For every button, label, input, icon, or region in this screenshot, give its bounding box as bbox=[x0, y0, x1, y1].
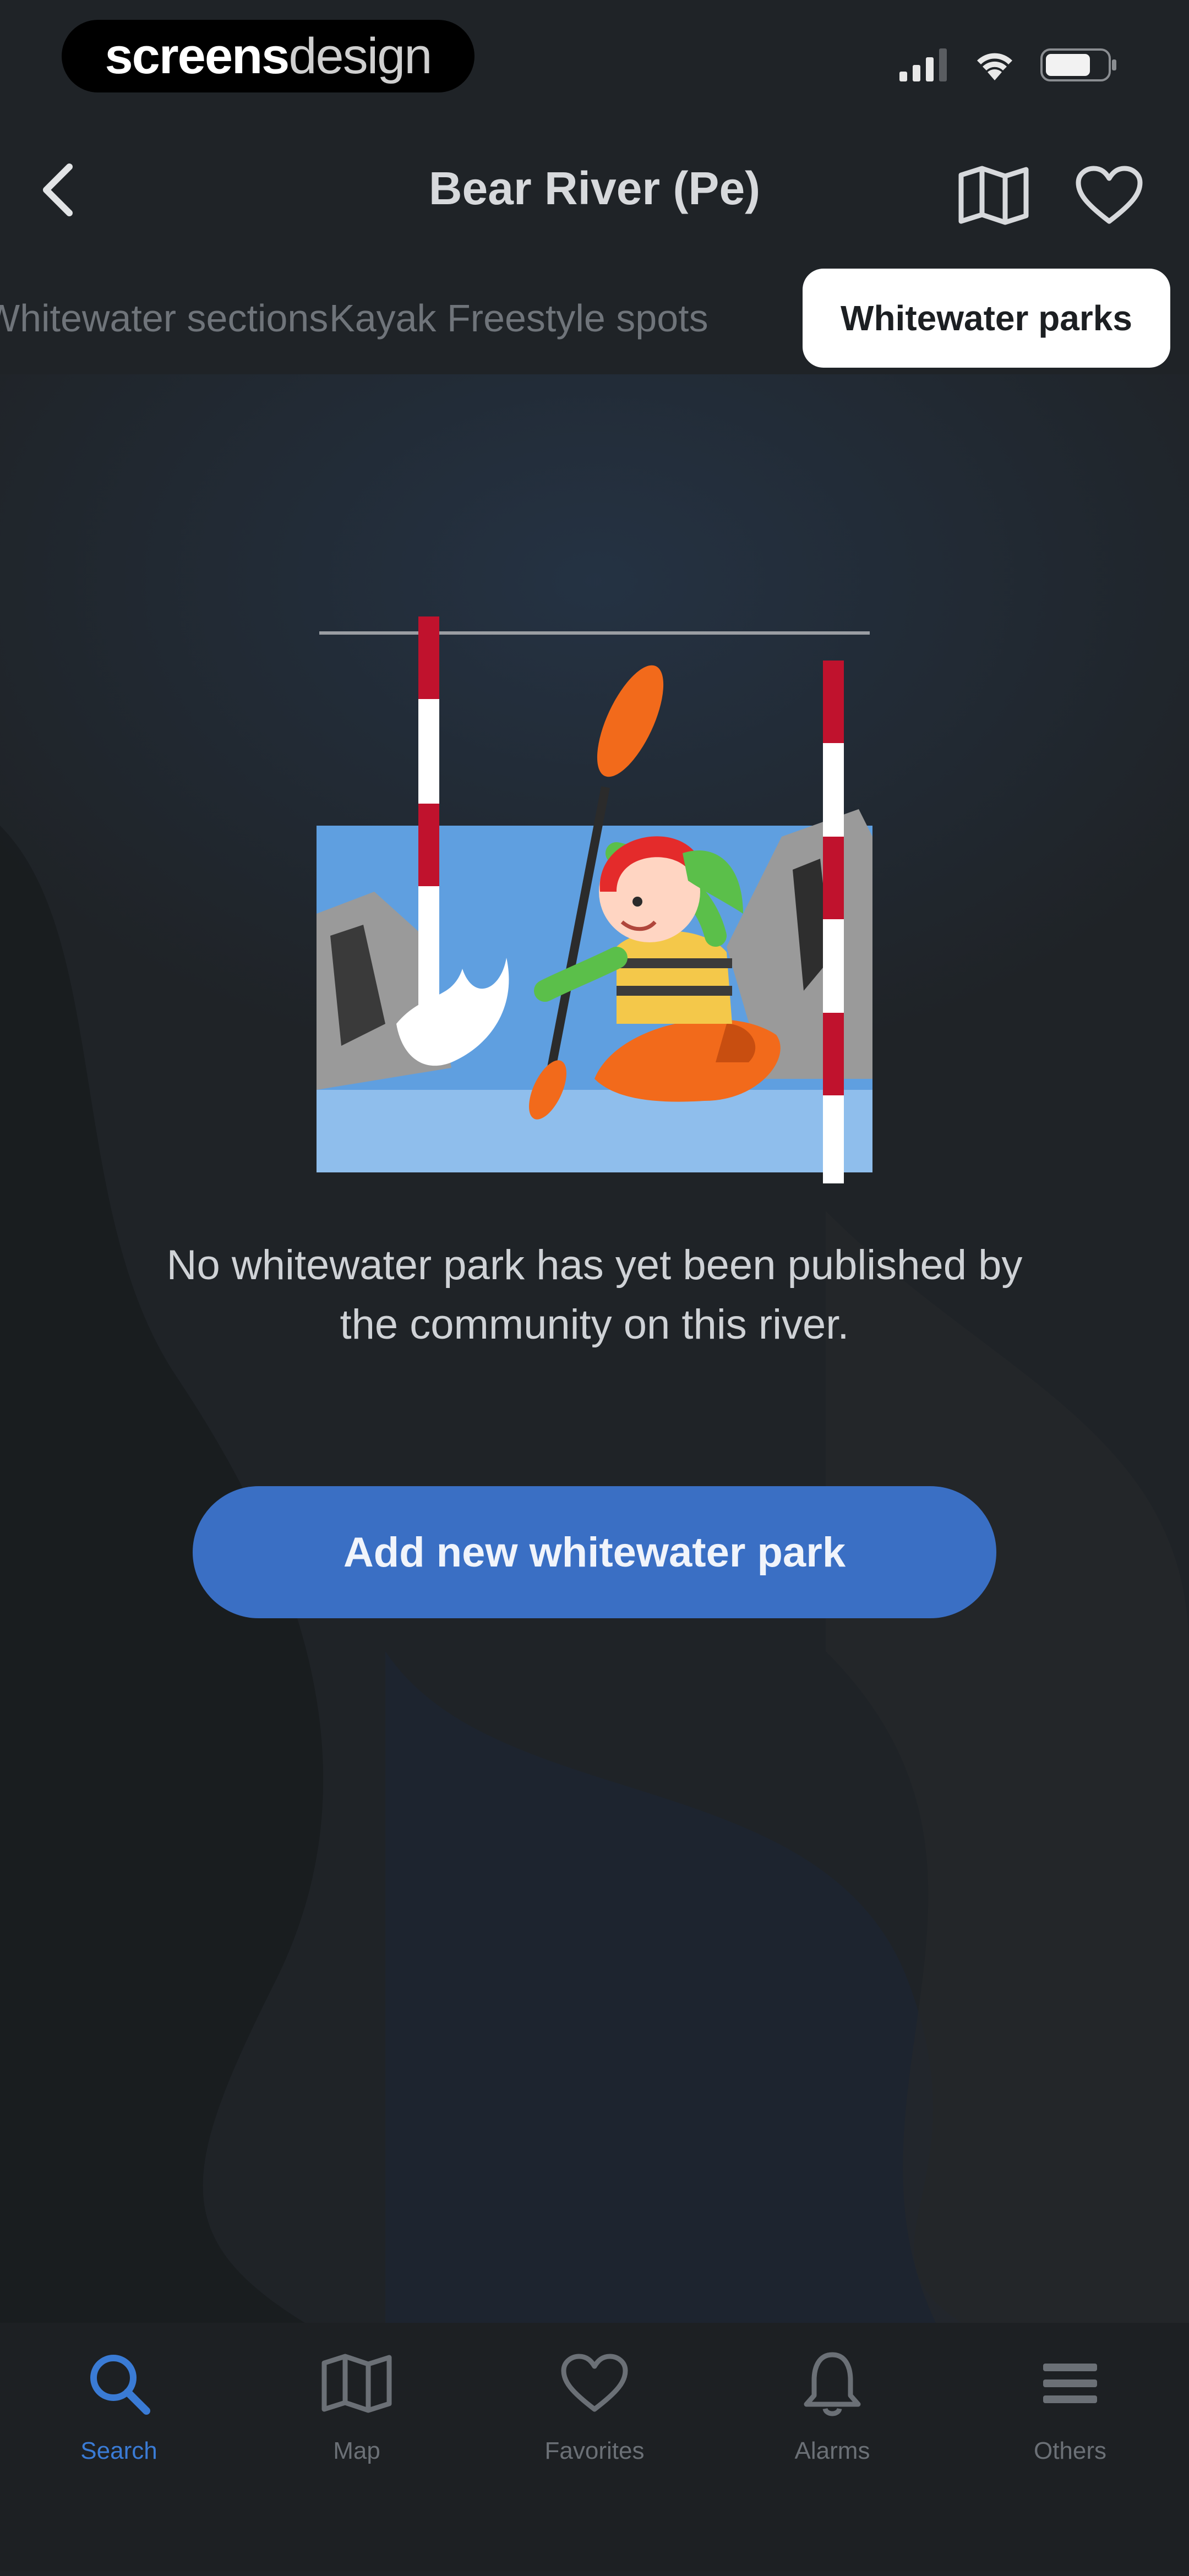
kayaker-illustration bbox=[317, 616, 872, 1183]
bottom-navigation: Search Map Favorites Alarms Others bbox=[0, 2323, 1189, 2570]
add-whitewater-park-button[interactable]: Add new whitewater park bbox=[193, 1486, 996, 1618]
wifi-icon bbox=[977, 53, 1012, 80]
search-icon bbox=[80, 2345, 157, 2422]
nav-item-alarms[interactable]: Alarms bbox=[713, 2345, 951, 2576]
menu-icon bbox=[1032, 2345, 1109, 2422]
nav-label-map: Map bbox=[333, 2437, 380, 2464]
watermark-part1: screens bbox=[105, 28, 290, 84]
status-icons bbox=[899, 48, 1117, 81]
tab-kayak-freestyle-spots[interactable]: Kayak Freestyle spots bbox=[329, 269, 708, 368]
nav-label-search: Search bbox=[80, 2437, 157, 2464]
nav-item-map[interactable]: Map bbox=[238, 2345, 476, 2576]
nav-item-favorites[interactable]: Favorites bbox=[476, 2345, 713, 2576]
cellular-signal-icon bbox=[899, 48, 947, 81]
heart-icon bbox=[1076, 166, 1143, 224]
header: Bear River (Pe) bbox=[0, 127, 1189, 259]
map-button[interactable] bbox=[952, 154, 1035, 237]
nav-label-alarms: Alarms bbox=[794, 2437, 870, 2464]
nav-label-favorites: Favorites bbox=[544, 2437, 645, 2464]
favorite-button[interactable] bbox=[1068, 154, 1150, 237]
nav-label-others: Others bbox=[1033, 2437, 1107, 2464]
map-icon bbox=[958, 166, 1029, 225]
nav-item-search[interactable]: Search bbox=[0, 2345, 238, 2576]
tab-bar: Whitewater sections Kayak Freestyle spot… bbox=[0, 269, 1189, 373]
battery-icon bbox=[1040, 48, 1116, 81]
status-bar: screens design bbox=[0, 0, 1189, 121]
map-icon bbox=[318, 2345, 395, 2422]
screensdesign-watermark: screens design bbox=[62, 20, 474, 92]
nav-item-others[interactable]: Others bbox=[951, 2345, 1189, 2576]
bell-icon bbox=[794, 2345, 871, 2422]
heart-icon bbox=[556, 2345, 633, 2422]
tab-whitewater-parks[interactable]: Whitewater parks bbox=[803, 269, 1170, 368]
watermark-part2: design bbox=[288, 28, 432, 84]
tab-whitewater-sections[interactable]: Whitewater sections bbox=[0, 269, 328, 368]
empty-state-message: No whitewater park has yet been publishe… bbox=[166, 1242, 1023, 1348]
